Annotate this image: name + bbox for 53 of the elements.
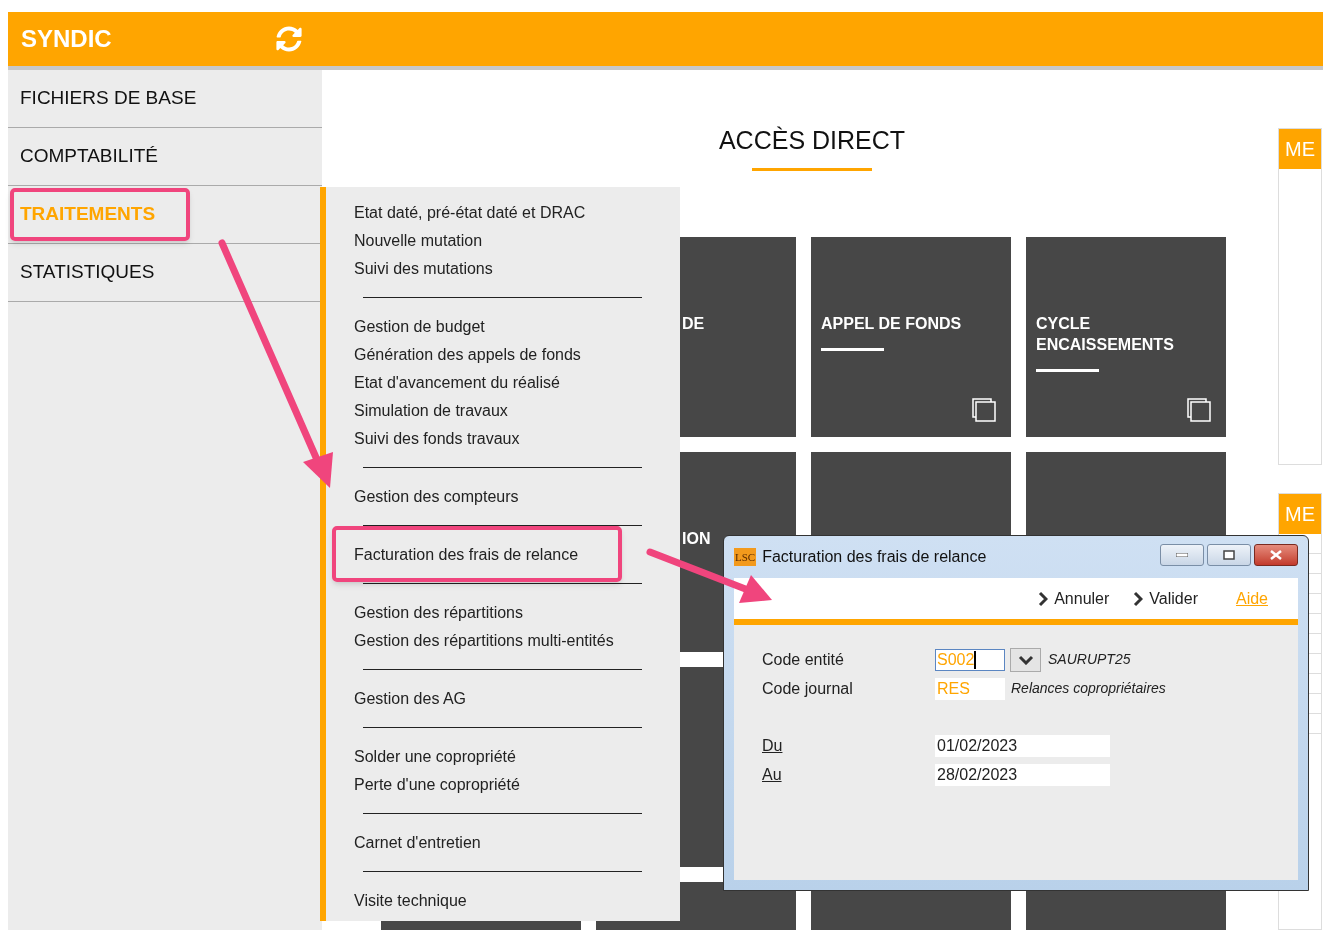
tile-title: CYCLE ENCAISSEMENTS xyxy=(1036,313,1175,355)
field-label: Code entité xyxy=(762,649,845,670)
field-description: Relances copropriétaires xyxy=(1011,679,1166,698)
menu-item[interactable]: Carnet d'entretien xyxy=(354,831,481,855)
minimize-icon xyxy=(1176,553,1188,557)
menu-item[interactable]: Génération des appels de fonds xyxy=(354,343,581,367)
tile-title: APPEL DE FONDS xyxy=(821,313,963,334)
field-label: Code journal xyxy=(762,678,854,699)
menu-item[interactable]: Gestion de budget xyxy=(354,315,485,339)
maximize-button[interactable] xyxy=(1207,544,1251,566)
menu-item[interactable]: Gestion des compteurs xyxy=(354,485,519,509)
sidebar-item[interactable]: STATISTIQUES xyxy=(20,258,155,287)
menu-item[interactable]: Gestion des AG xyxy=(354,687,467,711)
sidebar-item[interactable]: FICHIERS DE BASE xyxy=(20,84,197,113)
menu-item[interactable]: Gestion des répartitions xyxy=(354,601,523,625)
menu-item[interactable]: Solder une copropriété xyxy=(354,745,516,769)
field-description: SAURUPT25 xyxy=(1048,650,1131,669)
panel-header: ME xyxy=(1279,129,1321,169)
toolbar-button[interactable]: Annuler xyxy=(1038,586,1110,611)
date-field[interactable]: 28/02/2023 xyxy=(935,763,1110,786)
maximize-icon xyxy=(1223,550,1235,560)
copy-icon[interactable] xyxy=(972,397,996,422)
menu-item[interactable]: Suivi des fonds travaux xyxy=(354,427,520,451)
dialog-title: Facturation des frais de relance xyxy=(762,547,988,567)
chevron-down-icon xyxy=(1017,654,1034,665)
menu-item[interactable]: Etat d'avancement du réalisé xyxy=(354,371,560,395)
panel-header: ME xyxy=(1279,494,1321,534)
app-logo: LSC xyxy=(734,548,757,566)
menu-item[interactable]: Facturation des frais de relance xyxy=(354,543,579,567)
menu-item[interactable]: Nouvelle mutation xyxy=(354,229,483,253)
sidebar-item[interactable]: COMPTABILITÉ xyxy=(20,142,158,171)
menu-item[interactable]: Etat daté, pré-état daté et DRAC xyxy=(354,201,586,225)
minimize-button[interactable] xyxy=(1160,544,1204,566)
chevron-icon xyxy=(1038,590,1049,607)
toolbar-button[interactable]: Valider xyxy=(1133,586,1198,611)
dropdown-button[interactable] xyxy=(1010,647,1041,672)
date-field[interactable]: 01/02/2023 xyxy=(935,734,1110,757)
field-label: Du xyxy=(762,735,784,756)
field-label: Au xyxy=(762,764,783,785)
tile[interactable]: CYCLE ENCAISSEMENTS xyxy=(1026,236,1226,437)
copy-icon[interactable] xyxy=(1187,397,1211,422)
tile[interactable]: APPEL DE FONDS xyxy=(811,236,1011,437)
close-icon xyxy=(1270,550,1282,560)
menu-item[interactable]: Perte d'une copropriété xyxy=(354,773,520,797)
app-title: SYNDIC xyxy=(21,24,113,54)
menu-item[interactable]: Visite technique xyxy=(354,889,467,913)
menu-item[interactable]: Gestion des répartitions multi-entités xyxy=(354,629,614,653)
tile-title: ION xyxy=(682,528,712,549)
chevron-icon xyxy=(1133,590,1144,607)
menu-item[interactable]: Simulation de travaux xyxy=(354,399,508,423)
close-button[interactable] xyxy=(1254,544,1298,566)
menu-item[interactable]: Suivi des mutations xyxy=(354,257,493,281)
page-title: ACCÈS DIRECT xyxy=(718,125,906,156)
